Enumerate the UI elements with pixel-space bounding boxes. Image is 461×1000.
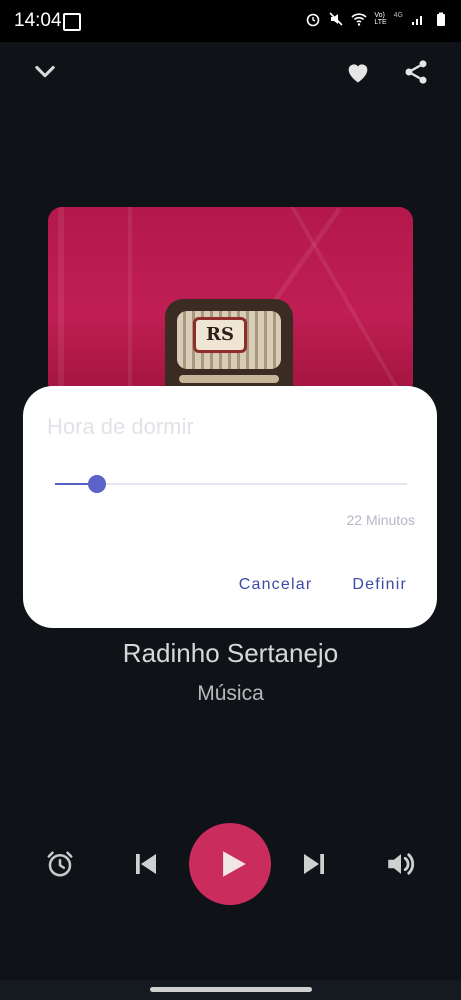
skip-next-icon[interactable] [299, 849, 329, 879]
radio-image: RS [165, 299, 293, 397]
album-logo: RS [193, 317, 247, 353]
heart-icon[interactable] [344, 58, 372, 86]
signal-icon [412, 16, 422, 25]
skip-previous-icon[interactable] [131, 849, 161, 879]
status-icons: Vo) LTE 4G [305, 10, 449, 28]
alarm-icon [307, 13, 320, 27]
volume-icon[interactable] [384, 847, 418, 881]
slider-value: 22 Minutos [346, 512, 415, 528]
home-indicator[interactable] [150, 987, 312, 992]
cancel-button[interactable]: Cancelar [239, 576, 313, 594]
volte-label: Vo) LTE [374, 12, 387, 26]
dialog-actions: Cancelar Definir [239, 576, 407, 594]
battery-icon [437, 12, 445, 26]
track-subtitle: Música [197, 682, 264, 705]
gallery-icon [63, 13, 81, 31]
alarm-clock-icon[interactable] [45, 849, 75, 879]
sleep-timer-dialog: Hora de dormir 22 Minutos Cancelar Defin… [23, 386, 437, 628]
mute-icon [329, 12, 343, 26]
net-type-label: 4G [393, 11, 403, 19]
slider-thumb[interactable] [88, 475, 107, 493]
wifi-icon [351, 13, 367, 26]
sleep-slider[interactable] [55, 475, 407, 493]
chevron-down-icon[interactable] [31, 57, 59, 85]
player-screen: 14:04 Vo) LTE 4G RS Hora de dormir 22 Mi… [0, 0, 461, 1000]
play-button[interactable] [189, 823, 271, 905]
track-title: Radinho Sertanejo [122, 638, 339, 668]
status-time: 14:04 [14, 10, 62, 31]
share-icon[interactable] [402, 58, 430, 86]
dialog-title: Hora de dormir [47, 414, 194, 439]
confirm-button[interactable]: Definir [352, 576, 407, 594]
play-icon [223, 851, 246, 877]
album-art: RS [48, 207, 413, 397]
status-bar: 14:04 Vo) LTE 4G [0, 0, 461, 42]
